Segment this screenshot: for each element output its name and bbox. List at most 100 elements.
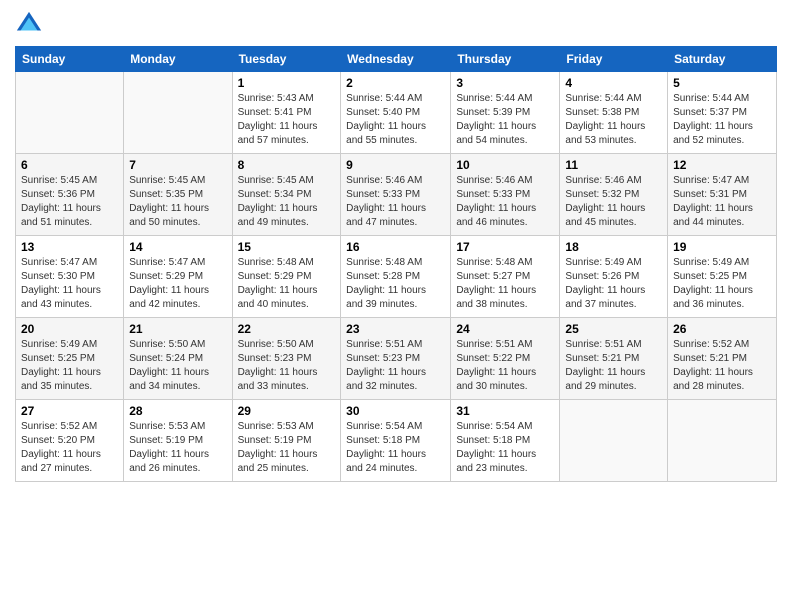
calendar-cell: 23Sunrise: 5:51 AM Sunset: 5:23 PM Dayli… [341, 318, 451, 400]
day-number: 13 [21, 240, 118, 254]
calendar-cell [124, 72, 232, 154]
day-info: Sunrise: 5:46 AM Sunset: 5:33 PM Dayligh… [456, 174, 554, 230]
calendar-cell: 25 Sunrise: 5:51 AM Sunset: 5:21 PM Dayli… [560, 318, 668, 400]
calendar-cell: 7Sunrise: 5:45 AM Sunset: 5:35 PM Daylig… [124, 154, 232, 236]
day-info: Sunrise: 5:46 AM Sunset: 5:32 PM Dayligh… [565, 174, 662, 230]
day-info: Sunrise: 5:51 AM Sunset: 5:23 PM Dayligh… [346, 338, 445, 394]
day-number: 15 [238, 240, 336, 254]
page: SundayMondayTuesdayWednesdayThursdayFrid… [0, 0, 792, 612]
day-number: 6 [21, 158, 118, 172]
calendar-cell: 18 Sunrise: 5:49 AM Sunset: 5:26 PM Dayli… [560, 236, 668, 318]
calendar-cell: 12 Sunrise: 5:47 AM Sunset: 5:31 PM Dayli… [668, 154, 777, 236]
week-row-5: 27 Sunrise: 5:52 AM Sunset: 5:20 PM Dayli… [16, 400, 777, 482]
day-number: 4 [565, 76, 662, 90]
day-number: 20 [21, 322, 118, 336]
day-info: Sunrise: 5:48 AM Sunset: 5:28 PM Dayligh… [346, 256, 445, 312]
calendar-cell [668, 400, 777, 482]
day-number: 10 [456, 158, 554, 172]
calendar-cell: 2 Sunrise: 5:44 AM Sunset: 5:40 PM Daylig… [341, 72, 451, 154]
weekday-header-friday: Friday [560, 47, 668, 72]
header [15, 10, 777, 38]
calendar-cell: 19 Sunrise: 5:49 AM Sunset: 5:25 PM Dayli… [668, 236, 777, 318]
day-info: Sunrise: 5:44 AM Sunset: 5:40 PM Dayligh… [346, 92, 445, 148]
calendar-cell: 6Sunrise: 5:45 AM Sunset: 5:36 PM Daylig… [16, 154, 124, 236]
day-number: 19 [673, 240, 771, 254]
day-number: 7 [129, 158, 226, 172]
day-info: Sunrise: 5:49 AM Sunset: 5:25 PM Dayligh… [21, 338, 118, 394]
day-number: 29 [238, 404, 336, 418]
day-info: Sunrise: 5:44 AM Sunset: 5:39 PM Dayligh… [456, 92, 554, 148]
weekday-header-sunday: Sunday [16, 47, 124, 72]
weekday-header-tuesday: Tuesday [232, 47, 341, 72]
day-info: Sunrise: 5:43 AM Sunset: 5:41 PM Dayligh… [238, 92, 336, 148]
day-number: 12 [673, 158, 771, 172]
week-row-4: 20 Sunrise: 5:49 AM Sunset: 5:25 PM Dayli… [16, 318, 777, 400]
day-number: 24 [456, 322, 554, 336]
calendar-cell: 1 Sunrise: 5:43 AM Sunset: 5:41 PM Daylig… [232, 72, 341, 154]
weekday-header-row: SundayMondayTuesdayWednesdayThursdayFrid… [16, 47, 777, 72]
day-number: 14 [129, 240, 226, 254]
calendar: SundayMondayTuesdayWednesdayThursdayFrid… [15, 46, 777, 482]
day-info: Sunrise: 5:49 AM Sunset: 5:26 PM Dayligh… [565, 256, 662, 312]
day-number: 9 [346, 158, 445, 172]
calendar-cell: 27 Sunrise: 5:52 AM Sunset: 5:20 PM Dayli… [16, 400, 124, 482]
day-number: 1 [238, 76, 336, 90]
calendar-cell: 4 Sunrise: 5:44 AM Sunset: 5:38 PM Daylig… [560, 72, 668, 154]
calendar-cell: 26Sunrise: 5:52 AM Sunset: 5:21 PM Dayli… [668, 318, 777, 400]
week-row-2: 6Sunrise: 5:45 AM Sunset: 5:36 PM Daylig… [16, 154, 777, 236]
day-info: Sunrise: 5:50 AM Sunset: 5:24 PM Dayligh… [129, 338, 226, 394]
day-info: Sunrise: 5:49 AM Sunset: 5:25 PM Dayligh… [673, 256, 771, 312]
calendar-cell: 10 Sunrise: 5:46 AM Sunset: 5:33 PM Dayli… [451, 154, 560, 236]
day-info: Sunrise: 5:45 AM Sunset: 5:34 PM Dayligh… [238, 174, 336, 230]
day-info: Sunrise: 5:44 AM Sunset: 5:37 PM Dayligh… [673, 92, 771, 148]
day-info: Sunrise: 5:50 AM Sunset: 5:23 PM Dayligh… [238, 338, 336, 394]
day-info: Sunrise: 5:47 AM Sunset: 5:29 PM Dayligh… [129, 256, 226, 312]
day-number: 30 [346, 404, 445, 418]
day-info: Sunrise: 5:54 AM Sunset: 5:18 PM Dayligh… [456, 420, 554, 476]
day-number: 27 [21, 404, 118, 418]
logo [15, 10, 47, 38]
day-info: Sunrise: 5:48 AM Sunset: 5:29 PM Dayligh… [238, 256, 336, 312]
day-number: 16 [346, 240, 445, 254]
day-number: 8 [238, 158, 336, 172]
logo-icon [15, 10, 43, 38]
day-number: 3 [456, 76, 554, 90]
calendar-cell [16, 72, 124, 154]
day-number: 17 [456, 240, 554, 254]
day-number: 31 [456, 404, 554, 418]
calendar-cell: 13Sunrise: 5:47 AM Sunset: 5:30 PM Dayli… [16, 236, 124, 318]
calendar-cell: 30Sunrise: 5:54 AM Sunset: 5:18 PM Dayli… [341, 400, 451, 482]
weekday-header-saturday: Saturday [668, 47, 777, 72]
calendar-cell: 8 Sunrise: 5:45 AM Sunset: 5:34 PM Daylig… [232, 154, 341, 236]
calendar-cell: 16 Sunrise: 5:48 AM Sunset: 5:28 PM Dayli… [341, 236, 451, 318]
day-number: 21 [129, 322, 226, 336]
day-info: Sunrise: 5:51 AM Sunset: 5:21 PM Dayligh… [565, 338, 662, 394]
weekday-header-monday: Monday [124, 47, 232, 72]
calendar-cell: 5Sunrise: 5:44 AM Sunset: 5:37 PM Daylig… [668, 72, 777, 154]
day-number: 26 [673, 322, 771, 336]
day-info: Sunrise: 5:52 AM Sunset: 5:20 PM Dayligh… [21, 420, 118, 476]
calendar-cell: 28Sunrise: 5:53 AM Sunset: 5:19 PM Dayli… [124, 400, 232, 482]
day-number: 2 [346, 76, 445, 90]
day-number: 18 [565, 240, 662, 254]
day-info: Sunrise: 5:53 AM Sunset: 5:19 PM Dayligh… [238, 420, 336, 476]
calendar-cell: 14 Sunrise: 5:47 AM Sunset: 5:29 PM Dayli… [124, 236, 232, 318]
calendar-cell: 20 Sunrise: 5:49 AM Sunset: 5:25 PM Dayli… [16, 318, 124, 400]
day-number: 25 [565, 322, 662, 336]
calendar-cell: 15 Sunrise: 5:48 AM Sunset: 5:29 PM Dayli… [232, 236, 341, 318]
calendar-cell: 24 Sunrise: 5:51 AM Sunset: 5:22 PM Dayli… [451, 318, 560, 400]
day-info: Sunrise: 5:48 AM Sunset: 5:27 PM Dayligh… [456, 256, 554, 312]
calendar-cell: 21 Sunrise: 5:50 AM Sunset: 5:24 PM Dayli… [124, 318, 232, 400]
weekday-header-wednesday: Wednesday [341, 47, 451, 72]
calendar-cell: 31 Sunrise: 5:54 AM Sunset: 5:18 PM Dayli… [451, 400, 560, 482]
calendar-cell: 29 Sunrise: 5:53 AM Sunset: 5:19 PM Dayli… [232, 400, 341, 482]
calendar-cell: 17 Sunrise: 5:48 AM Sunset: 5:27 PM Dayli… [451, 236, 560, 318]
day-info: Sunrise: 5:47 AM Sunset: 5:31 PM Dayligh… [673, 174, 771, 230]
week-row-3: 13Sunrise: 5:47 AM Sunset: 5:30 PM Dayli… [16, 236, 777, 318]
calendar-cell: 9 Sunrise: 5:46 AM Sunset: 5:33 PM Daylig… [341, 154, 451, 236]
day-info: Sunrise: 5:46 AM Sunset: 5:33 PM Dayligh… [346, 174, 445, 230]
day-info: Sunrise: 5:44 AM Sunset: 5:38 PM Dayligh… [565, 92, 662, 148]
calendar-cell: 11Sunrise: 5:46 AM Sunset: 5:32 PM Dayli… [560, 154, 668, 236]
day-info: Sunrise: 5:51 AM Sunset: 5:22 PM Dayligh… [456, 338, 554, 394]
week-row-1: 1 Sunrise: 5:43 AM Sunset: 5:41 PM Daylig… [16, 72, 777, 154]
